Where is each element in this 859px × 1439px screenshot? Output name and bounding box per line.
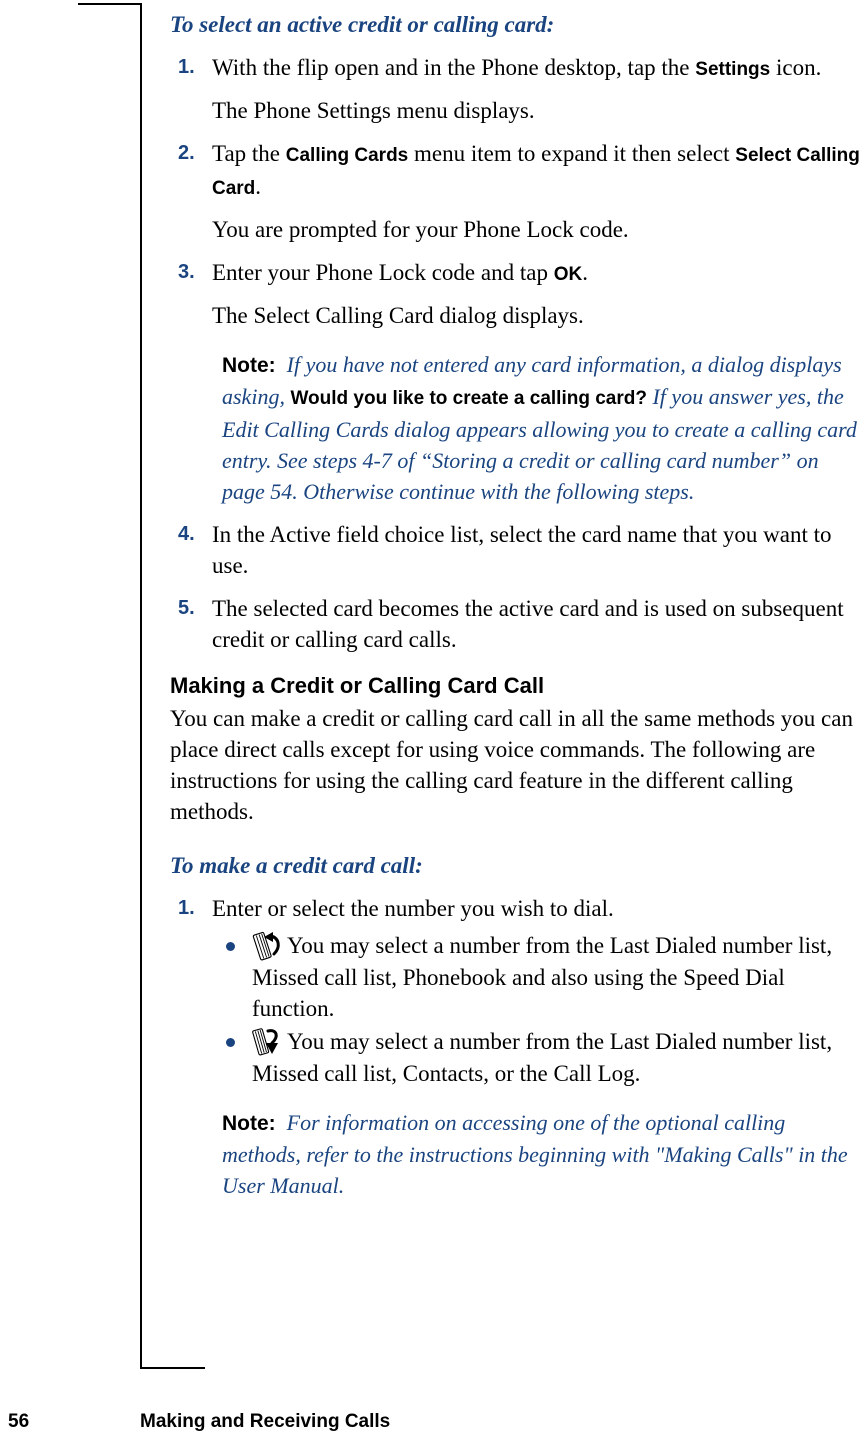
list-item-text: You may select a number from the Last Di… <box>252 933 833 1021</box>
note-label: Note: <box>222 354 276 377</box>
step-result: The Phone Settings menu displays. <box>212 98 535 123</box>
step-number: 5. <box>178 597 195 619</box>
step-item: 4. In the Active field choice list, sele… <box>170 519 859 581</box>
step-text: The selected card becomes the active car… <box>212 596 844 652</box>
step-item: 1. With the flip open and in the Phone d… <box>170 52 859 126</box>
step-text-after: . <box>255 174 262 199</box>
page-content: To select an active credit or calling ca… <box>170 10 859 1201</box>
step-text: In the Active field choice list, select … <box>212 522 832 578</box>
step-text: Enter or select the number you wish to d… <box>212 896 614 921</box>
section-heading-making-call: Making a Credit or Calling Card Call <box>170 673 545 698</box>
step-number: 1. <box>178 897 195 919</box>
list-item: You may select a number from the Last Di… <box>212 1026 859 1089</box>
step-item: 5. The selected card becomes the active … <box>170 593 859 655</box>
section-paragraph: You can make a credit or calling card ca… <box>170 706 853 824</box>
bullet-list: You may select a number from the Last Di… <box>170 930 859 1089</box>
margin-rule-top <box>78 3 142 5</box>
flip-closed-phone-icon <box>252 1026 286 1058</box>
bullet-dot-icon <box>226 942 235 951</box>
flip-open-phone-icon <box>252 930 286 962</box>
note-block-card-information: Note: If you have not entered any card i… <box>170 349 859 507</box>
step-text-after: . <box>582 260 588 285</box>
step-text-before: Enter your Phone Lock code and tap <box>212 260 554 285</box>
step-number: 2. <box>178 142 195 164</box>
bullet-dot-icon <box>226 1038 235 1047</box>
step-result: You are prompted for your Phone Lock cod… <box>212 217 629 242</box>
dialog-prompt-text: Would you like to create a calling card? <box>290 388 647 409</box>
step-text-mid: menu item to expand it then select <box>408 141 736 166</box>
note-label: Note: <box>222 1112 276 1135</box>
list-item: You may select a number from the Last Di… <box>212 930 859 1024</box>
margin-rule-vertical <box>140 3 142 1369</box>
ui-term-calling-cards: Calling Cards <box>285 145 409 166</box>
procedure-heading-credit-card-call: To make a credit card call: <box>170 853 423 878</box>
list-item-text: You may select a number from the Last Di… <box>252 1029 833 1086</box>
step-result: The Select Calling Card dialog displays. <box>212 303 584 328</box>
margin-rule-bottom <box>140 1367 205 1369</box>
step-item: 1. Enter or select the number you wish t… <box>170 893 859 924</box>
step-number: 4. <box>178 523 195 545</box>
step-item: 3. Enter your Phone Lock code and tap OK… <box>170 257 859 331</box>
step-text: Tap the Calling Cards menu item to expan… <box>212 138 859 204</box>
step-text: Enter your Phone Lock code and tap OK. <box>212 257 859 290</box>
ui-term-settings: Settings <box>695 59 771 80</box>
step-text-before: With the flip open and in the Phone desk… <box>212 55 696 80</box>
step-text-after: icon. <box>770 55 822 80</box>
note-block-optional-methods: Note: For information on accessing one o… <box>170 1107 859 1201</box>
step-number: 3. <box>178 261 195 283</box>
step-text: With the flip open and in the Phone desk… <box>212 52 859 85</box>
ui-term-ok: OK <box>553 264 583 285</box>
note-text: For information on accessing one of the … <box>222 1110 848 1198</box>
step-number: 1. <box>178 56 195 78</box>
procedure-heading-select-card: To select an active credit or calling ca… <box>170 12 555 37</box>
page-number: 56 <box>8 1411 30 1432</box>
step-text-before: Tap the <box>212 141 286 166</box>
page-footer: 56 Making and Receiving Calls <box>0 1411 859 1439</box>
chapter-title: Making and Receiving Calls <box>140 1411 391 1432</box>
step-item: 2. Tap the Calling Cards menu item to ex… <box>170 138 859 245</box>
